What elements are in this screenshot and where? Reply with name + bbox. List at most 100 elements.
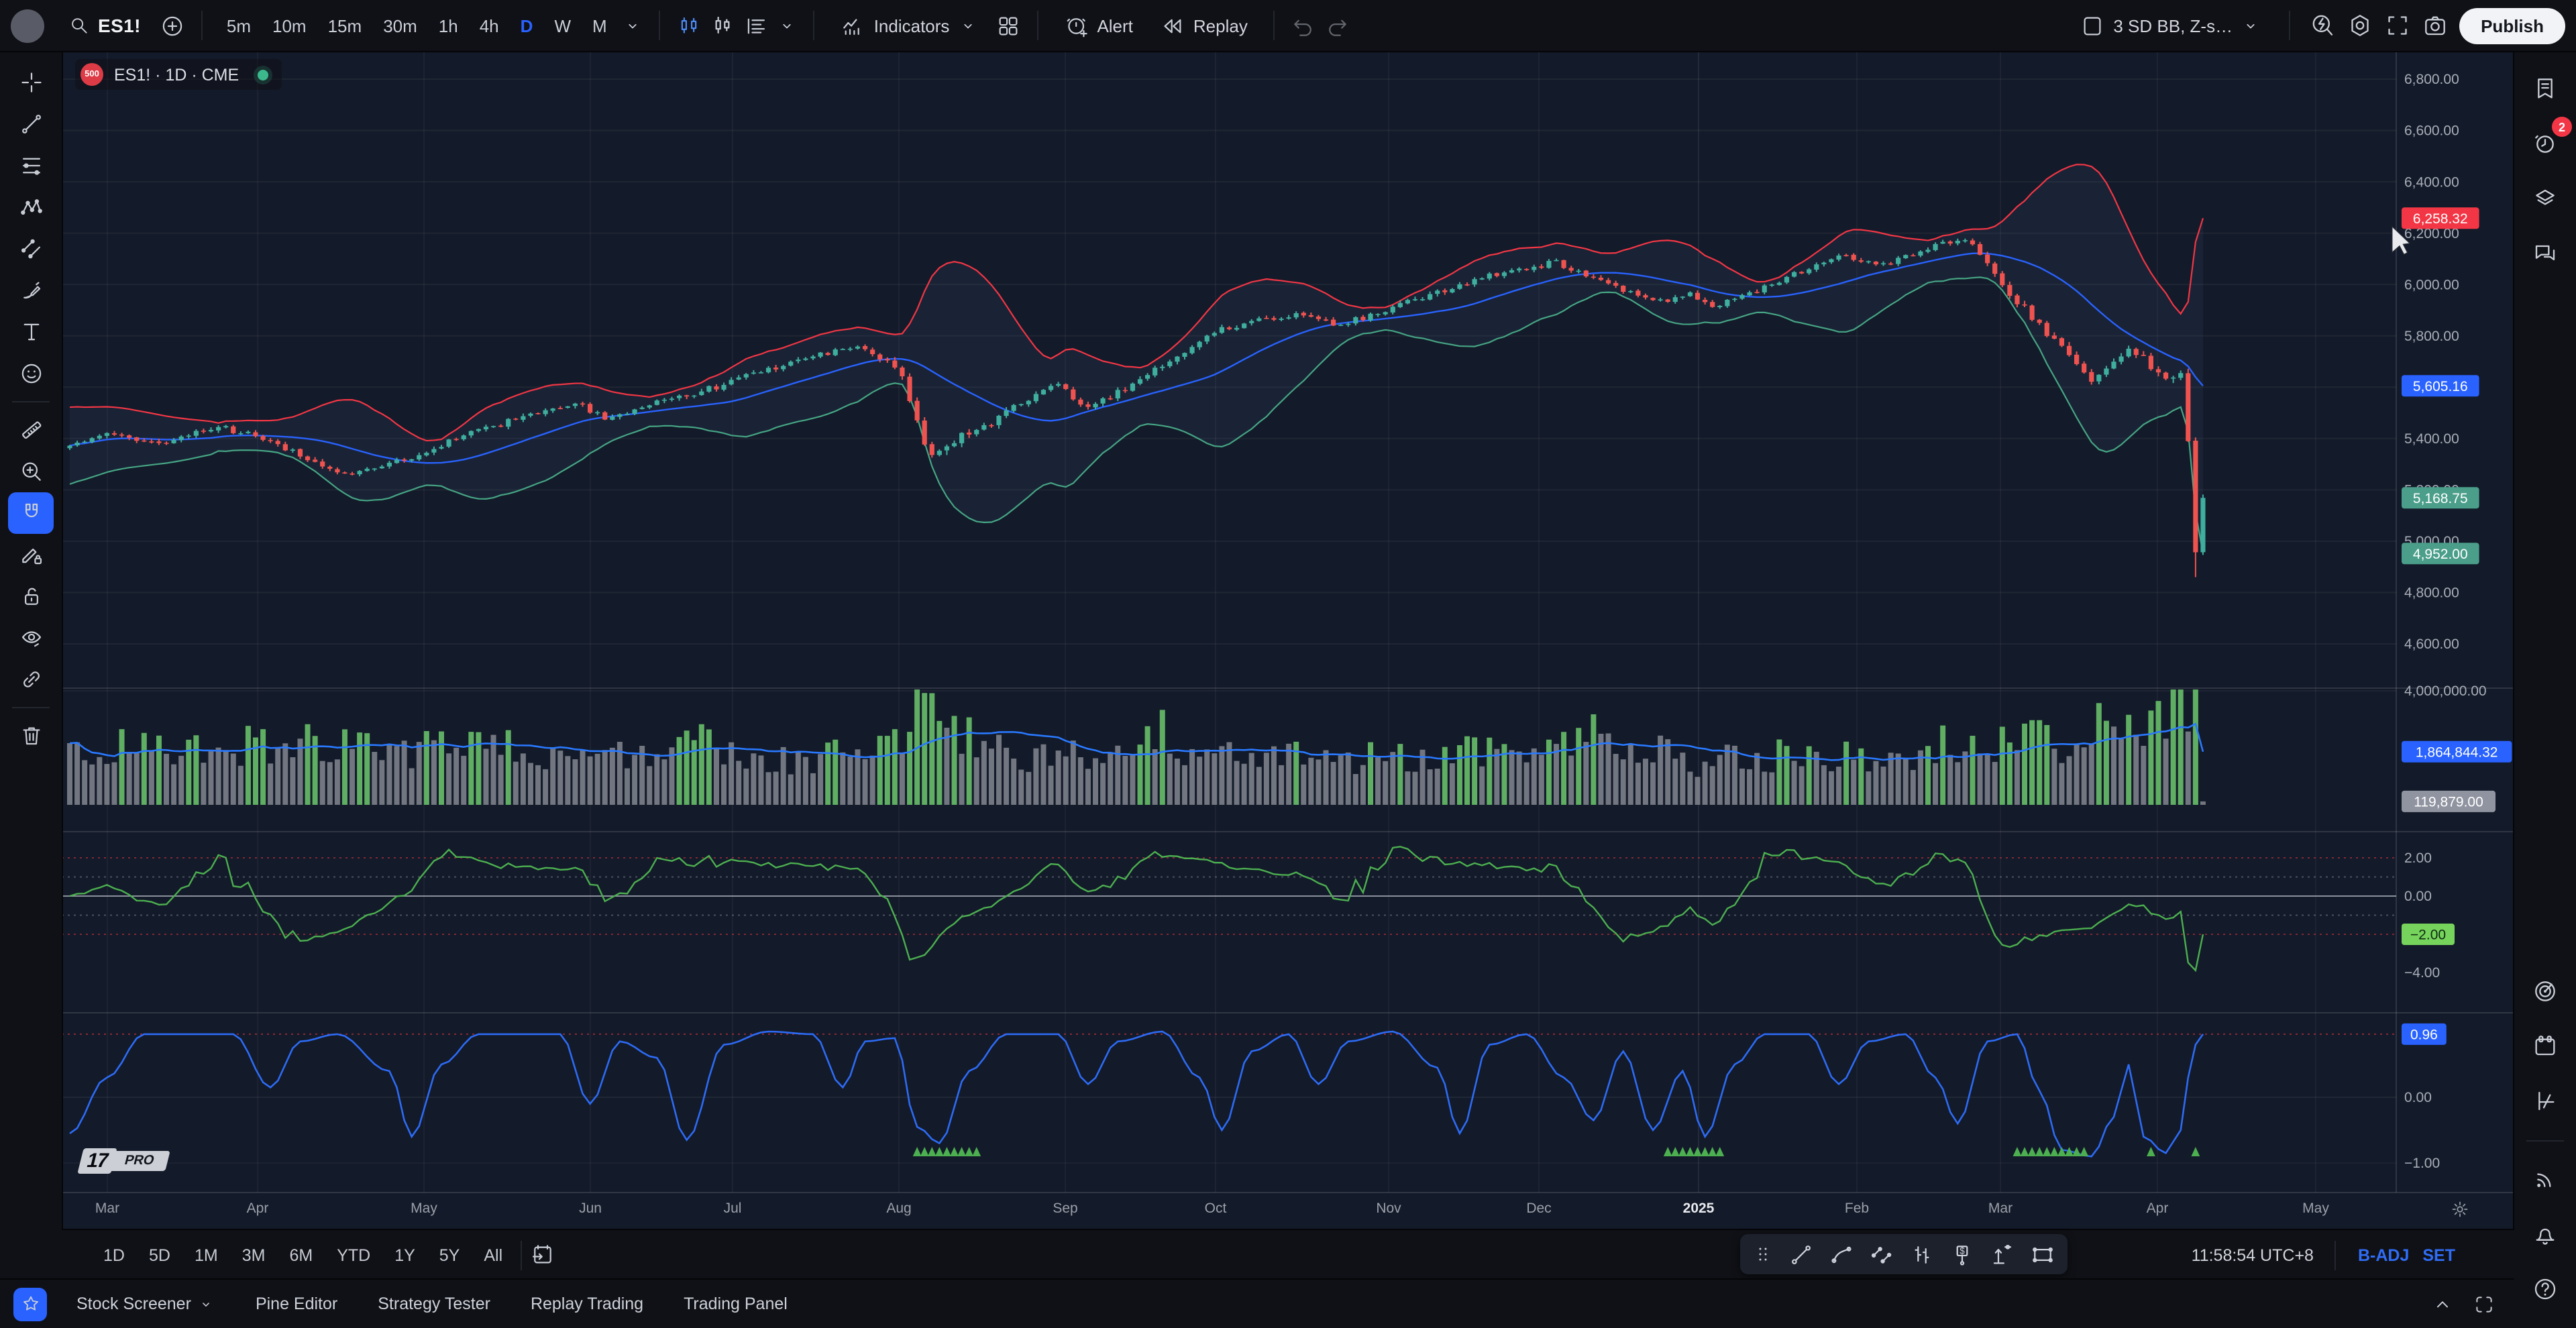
lock-drawings-tool[interactable] — [8, 575, 54, 617]
timeframe-W[interactable]: W — [546, 10, 579, 41]
measure-tool[interactable] — [8, 409, 54, 451]
range-All[interactable]: All — [474, 1240, 512, 1270]
drag-handle-icon[interactable] — [1752, 1243, 1774, 1265]
timeframe-1h[interactable]: 1h — [431, 10, 466, 41]
watchlist-panel[interactable] — [2521, 64, 2569, 113]
stay-in-drawing-mode-tool[interactable] — [8, 534, 54, 575]
emoji-tool[interactable] — [8, 353, 54, 394]
indicators-button[interactable]: Indicators — [831, 7, 987, 44]
pattern-tool[interactable] — [8, 186, 54, 228]
chart-style-alt-icon[interactable] — [710, 13, 736, 38]
hide-drawings-tool[interactable] — [8, 617, 54, 659]
svg-text:5,400.00: 5,400.00 — [2404, 431, 2459, 447]
timeframes-caret-icon[interactable] — [623, 15, 643, 36]
calendar-panel[interactable] — [2521, 1022, 2569, 1070]
range-1D[interactable]: 1D — [94, 1240, 134, 1270]
chart-legend[interactable]: 500 ES1! · 1D · CME — [75, 59, 282, 90]
screener-icon — [2532, 978, 2559, 1005]
xabcd-icon — [18, 195, 44, 220]
screener-panel[interactable] — [2521, 967, 2569, 1015]
help-button[interactable] — [2521, 1265, 2569, 1313]
magnet-tool[interactable] — [8, 492, 54, 534]
zoom-in-tool[interactable] — [8, 451, 54, 492]
chart-canvas[interactable]: 6,800.006,600.006,400.006,200.006,000.00… — [62, 51, 2514, 1229]
separator — [12, 401, 50, 402]
svg-text:119,879.00: 119,879.00 — [2414, 795, 2483, 810]
timeframe-D[interactable]: D — [513, 10, 541, 41]
chevron-up-icon[interactable] — [2431, 1292, 2454, 1315]
redo-icon[interactable] — [1324, 13, 1350, 38]
indicator-templates-icon[interactable] — [995, 13, 1020, 38]
timeframe-10m[interactable]: 10m — [264, 10, 315, 41]
session-mode[interactable]: SET — [2422, 1246, 2455, 1264]
chat-panel[interactable] — [2521, 229, 2569, 278]
chart-style-candles-icon[interactable] — [677, 13, 702, 38]
statusbar-pine-editor[interactable]: Pine Editor — [256, 1294, 337, 1313]
alert-icon — [1063, 13, 1089, 38]
float-disjoint-channel-tool[interactable] — [1869, 1241, 1894, 1267]
float-date-range-tool[interactable] — [1990, 1241, 2015, 1267]
notifications-panel[interactable] — [2521, 1210, 2569, 1258]
snapshot-icon[interactable] — [2422, 12, 2449, 39]
compare-add-icon[interactable] — [160, 13, 185, 38]
timeframe-4h[interactable]: 4h — [472, 10, 507, 41]
sync-drawings-tool[interactable] — [8, 659, 54, 700]
range-1Y[interactable]: 1Y — [385, 1240, 425, 1270]
clock[interactable]: 11:58:54 UTC+8 — [2192, 1246, 2314, 1264]
floating-drawing-toolbar[interactable]: $ — [1740, 1234, 2068, 1274]
float-curve-tool[interactable] — [1829, 1241, 1854, 1267]
statusbar-trading-panel[interactable]: Trading Panel — [684, 1294, 788, 1313]
float-bars-pattern-tool[interactable] — [1909, 1241, 1935, 1267]
float-rect-tool-tool[interactable] — [2030, 1241, 2055, 1267]
undo-icon[interactable] — [1291, 13, 1316, 38]
object-tree-panel[interactable] — [2521, 174, 2569, 223]
trend-line-tool[interactable] — [8, 103, 54, 145]
timeframe-M[interactable]: M — [584, 10, 615, 41]
float-price-note-tool[interactable]: $ — [1949, 1241, 1975, 1267]
time-axis-settings-icon[interactable] — [2450, 1199, 2470, 1219]
statusbar-strategy-tester[interactable]: Strategy Tester — [378, 1294, 490, 1313]
prediction-tool[interactable] — [8, 228, 54, 270]
trend-line-icon — [18, 111, 44, 137]
alert-button[interactable]: Alert — [1054, 7, 1142, 44]
text-tool[interactable] — [8, 311, 54, 353]
adjust-mode[interactable]: B-ADJ — [2358, 1246, 2409, 1264]
clock-group: 11:58:54 UTC+8 B-ADJ SET — [2192, 1240, 2455, 1270]
quick-search-icon[interactable] — [2309, 12, 2336, 39]
publish-button[interactable]: Publish — [2459, 7, 2565, 44]
chart-style-caret-icon[interactable] — [777, 15, 798, 36]
fullscreen-icon[interactable] — [2384, 12, 2411, 39]
range-5D[interactable]: 5D — [140, 1240, 180, 1270]
float-trend-line-tool[interactable] — [1788, 1241, 1814, 1267]
range-YTD[interactable]: YTD — [327, 1240, 380, 1270]
data-window-panel[interactable] — [2521, 1077, 2569, 1125]
fib-retracement-tool[interactable] — [8, 145, 54, 186]
user-avatar[interactable] — [11, 9, 44, 42]
range-1M[interactable]: 1M — [185, 1240, 227, 1270]
symbol-search-button[interactable]: ES1! — [58, 7, 152, 44]
timeframe-15m[interactable]: 15m — [320, 10, 370, 41]
streams-panel[interactable] — [2521, 1155, 2569, 1203]
separator — [201, 11, 203, 40]
range-3M[interactable]: 3M — [233, 1240, 275, 1270]
chart-style-rows-icon[interactable] — [744, 13, 769, 38]
timeframe-30m[interactable]: 30m — [375, 10, 425, 41]
svg-text:−2.00: −2.00 — [2410, 928, 2446, 943]
timeframe-5m[interactable]: 5m — [219, 10, 259, 41]
favorites-toolbar-button[interactable] — [13, 1287, 47, 1321]
svg-text:Aug: Aug — [886, 1201, 911, 1216]
statusbar-replay-trading[interactable]: Replay Trading — [531, 1294, 643, 1313]
range-6M[interactable]: 6M — [280, 1240, 322, 1270]
settings-icon[interactable] — [2347, 12, 2373, 39]
layout-select-button[interactable]: 3 SD BB, Z-s… — [2070, 7, 2270, 44]
crosshair-tool[interactable] — [8, 62, 54, 103]
maximize-panel-icon[interactable] — [2473, 1292, 2496, 1315]
chart-area[interactable]: 6,800.006,600.006,400.006,200.006,000.00… — [62, 51, 2514, 1229]
brush-tool[interactable] — [8, 270, 54, 311]
statusbar-stock-screener[interactable]: Stock Screener — [76, 1294, 215, 1313]
go-to-date-icon[interactable] — [529, 1242, 555, 1268]
remove-drawings-tool[interactable] — [8, 715, 54, 757]
alerts-panel[interactable]: 2 — [2521, 119, 2569, 168]
range-5Y[interactable]: 5Y — [430, 1240, 470, 1270]
replay-button[interactable]: Replay — [1150, 7, 1257, 44]
